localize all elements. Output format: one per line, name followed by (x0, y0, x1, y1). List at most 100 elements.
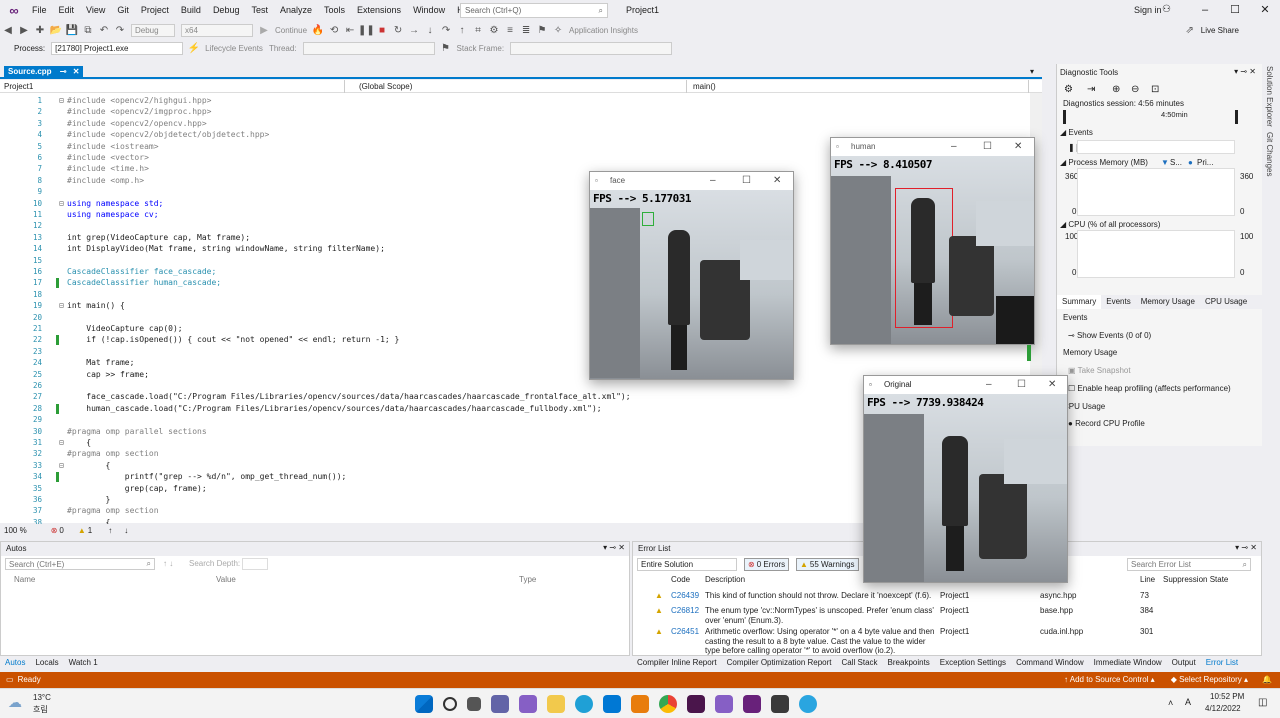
code-line[interactable]: #pragma omp section (67, 505, 159, 516)
close-button[interactable]: ✕ (1250, 0, 1280, 21)
lifecycle-events-button[interactable]: Lifecycle Events (202, 44, 266, 53)
show-events-link[interactable]: ⊸ Show Events (0 of 0) (1068, 331, 1151, 340)
code-line[interactable]: #include <vector> (67, 152, 149, 163)
pin-icon[interactable]: ⊸ (60, 67, 67, 76)
menu-extensions[interactable]: Extensions (351, 0, 407, 21)
tab-output[interactable]: Output (1167, 656, 1201, 670)
menu-git[interactable]: Git (111, 0, 135, 21)
warning-count[interactable]: 1 (88, 526, 92, 535)
fold-icon[interactable]: ⊟ (59, 437, 64, 448)
code-line[interactable]: #pragma omp section (67, 448, 159, 459)
code-line[interactable]: Mat frame; (67, 357, 134, 368)
code-line[interactable]: face_cascade.load("C:/Program Files/Libr… (67, 391, 630, 402)
heap-profiling-checkbox[interactable]: ☐ Enable heap profiling (affects perform… (1068, 384, 1231, 393)
code-line[interactable]: VideoCapture cap(0); (67, 323, 182, 334)
bookmark-icon[interactable]: ⚑ (534, 21, 550, 40)
tab-breakpoints[interactable]: Breakpoints (883, 656, 935, 670)
diagnostics-icon[interactable]: ⚙ (486, 21, 502, 40)
close-button[interactable]: ✕ (1014, 138, 1022, 156)
new-project-icon[interactable]: ✚ (32, 21, 48, 40)
continue-button[interactable]: Continue (272, 26, 310, 35)
stack-frame-select[interactable] (510, 41, 673, 55)
select-tools-icon[interactable]: ⇥ (1087, 84, 1095, 95)
edge-icon[interactable] (575, 695, 593, 713)
code-line[interactable]: human_cascade.load("C:/Program Files/Lib… (67, 403, 601, 414)
member-select[interactable]: main() (689, 80, 1029, 93)
code-line[interactable]: CascadeClassifier face_cascade; (67, 266, 216, 277)
tab-error-list[interactable]: Error List (1201, 656, 1243, 670)
panel-controls-icon[interactable]: ▾ ⊸ ✕ (603, 543, 625, 552)
tab-command-window[interactable]: Command Window (1011, 656, 1089, 670)
panel-controls-icon[interactable]: ▾ ⊸ ✕ (1234, 67, 1256, 76)
add-source-control-button[interactable]: ↑ Add to Source Control ▴ (1064, 672, 1155, 688)
platform-select[interactable]: x64 (181, 24, 253, 37)
chrome-icon[interactable] (659, 695, 677, 713)
maximize-button[interactable]: ☐ (742, 172, 751, 190)
step-out-icon[interactable]: ↑ (454, 21, 470, 40)
fold-icon[interactable]: ⊟ (59, 300, 64, 311)
global-scope-select[interactable]: (Global Scope) (355, 80, 687, 93)
tab-call-stack[interactable]: Call Stack (837, 656, 883, 670)
search-nav-icon[interactable]: ↑ ↓ (163, 559, 173, 568)
tab-cpu-usage[interactable]: CPU Usage (1200, 295, 1252, 309)
timeline-end-handle[interactable] (1235, 110, 1238, 124)
menu-edit[interactable]: Edit (53, 0, 81, 21)
slack-icon[interactable] (687, 695, 705, 713)
flag-thread-icon[interactable]: ⚑ (438, 39, 454, 58)
uncomment-icon[interactable]: ≣ (518, 21, 534, 40)
minimize-button[interactable]: – (1190, 0, 1220, 21)
menu-tools[interactable]: Tools (318, 0, 351, 21)
code-line[interactable]: int DisplayVideo(Mat frame, string windo… (67, 243, 385, 254)
forward-icon[interactable]: ▶ (16, 21, 32, 40)
tab-immediate-window[interactable]: Immediate Window (1089, 656, 1167, 670)
error-scope-select[interactable]: Entire Solution (637, 558, 737, 571)
search-input[interactable]: Search (Ctrl+Q) ⌕ (460, 3, 608, 18)
tab-exception-settings[interactable]: Exception Settings (935, 656, 1011, 670)
menu-file[interactable]: File (26, 0, 53, 21)
fold-icon[interactable]: ⊟ (59, 95, 64, 106)
notification-center-icon[interactable]: ◫ (1258, 697, 1267, 708)
menu-view[interactable]: View (80, 0, 111, 21)
code-line[interactable]: #include <opencv2/objdetect/objdetect.hp… (67, 129, 269, 140)
next-issue-icon[interactable]: ↓ (124, 526, 128, 535)
tab-autos[interactable]: Autos (0, 656, 30, 670)
fold-icon[interactable]: ⊟ (59, 460, 64, 471)
clock-time[interactable]: 10:52 PM (1210, 692, 1244, 701)
chat-icon[interactable] (491, 695, 509, 713)
sign-in-link[interactable]: Sign in (1134, 0, 1162, 21)
step-back-icon[interactable]: ⇤ (342, 21, 358, 40)
step-over-icon[interactable]: ↷ (438, 21, 454, 40)
break-all-icon[interactable]: ❚❚ (358, 21, 375, 40)
step-into-icon[interactable]: ↓ (422, 21, 438, 40)
code-line[interactable]: #include <opencv2/highgui.hpp> (67, 95, 212, 106)
settings-gear-icon[interactable]: ⚙ (1064, 84, 1073, 95)
code-line[interactable]: if (!cap.isOpened()) { cout << "not open… (67, 334, 399, 345)
close-button[interactable]: ✕ (1048, 376, 1056, 394)
minimize-button[interactable]: – (710, 172, 716, 190)
sublime-icon[interactable] (631, 695, 649, 713)
error-row[interactable]: ▲ C26812 The enum type 'cv::NormTypes' is … (633, 604, 1261, 625)
opencv-window-icon[interactable] (771, 695, 789, 713)
save-icon[interactable]: 💾 (64, 21, 80, 40)
fold-icon[interactable]: ⊟ (59, 198, 64, 209)
errors-filter-button[interactable]: ⊗ 0 Errors (744, 558, 790, 571)
tab-dropdown-icon[interactable]: ▾ (1030, 67, 1034, 76)
prev-issue-icon[interactable]: ↑ (108, 526, 112, 535)
undo-icon[interactable]: ↶ (96, 21, 112, 40)
save-all-icon[interactable]: ⧉ (80, 21, 96, 40)
human-window[interactable]: ▫ human – ☐ ✕ FPS --> 8.410507 (830, 137, 1035, 345)
code-line[interactable]: int grep(VideoCapture cap, Mat frame); (67, 232, 250, 243)
task-view-icon[interactable] (467, 697, 481, 711)
maximize-button[interactable]: ☐ (1220, 0, 1250, 21)
menu-debug[interactable]: Debug (207, 0, 246, 21)
code-line[interactable]: #include <iostream> (67, 141, 159, 152)
zoom-in-icon[interactable]: ⊕ (1112, 84, 1120, 95)
language-icon[interactable]: A (1185, 697, 1191, 707)
code-line[interactable]: CascadeClassifier human_cascade; (67, 277, 221, 288)
search-icon[interactable] (443, 697, 457, 711)
code-line[interactable]: using namespace cv; (67, 209, 159, 220)
application-insights-button[interactable]: Application Insights (566, 26, 641, 35)
weather-temp[interactable]: 13°C (33, 693, 51, 702)
open-folder-icon[interactable]: 📂 (48, 21, 64, 40)
search-depth-select[interactable] (242, 558, 268, 570)
